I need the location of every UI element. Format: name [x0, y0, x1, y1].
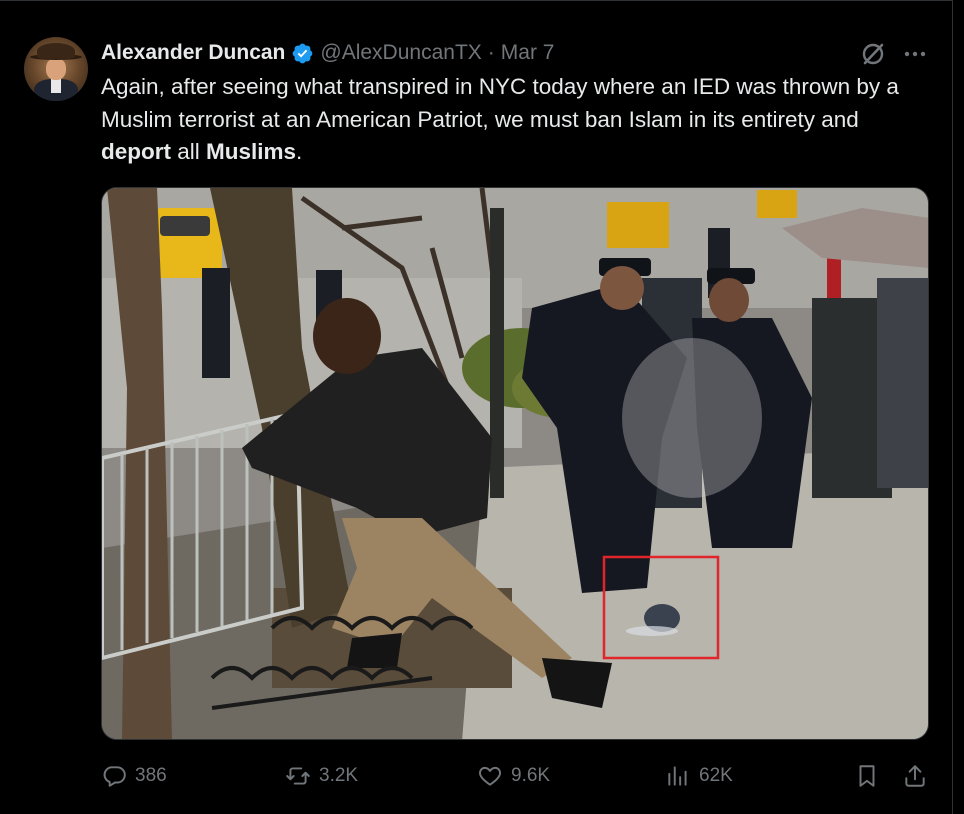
avatar-face [46, 58, 66, 80]
more-icon[interactable] [903, 43, 927, 65]
tweet-text-bold-muslims: Muslims [206, 139, 297, 164]
tweet-text: Again, after seeing what transpired in N… [101, 71, 931, 169]
reply-count: 386 [135, 765, 167, 786]
repost-count: 3.2K [319, 765, 359, 786]
street-scene-image [102, 188, 928, 739]
top-divider [0, 0, 953, 1]
view-count: 62K [699, 765, 733, 786]
reply-icon [103, 766, 126, 787]
repost-icon [286, 767, 310, 785]
right-divider [952, 0, 953, 814]
tweet-text-part3: . [296, 139, 303, 164]
author-name[interactable]: Alexander Duncan [101, 41, 285, 65]
tweet-text-bold-deport: deport [101, 139, 171, 164]
repost-button[interactable]: 3.2K [285, 760, 358, 792]
reply-button[interactable]: 386 [101, 760, 167, 792]
action-bar: 386 3.2K 9.6K 62K [0, 760, 964, 792]
views-icon [668, 766, 687, 786]
bookmark-button[interactable] [854, 760, 880, 792]
avatar-hat [37, 43, 75, 59]
tweet-text-part2: all [171, 139, 207, 164]
tweet-text-part1: Again, after seeing what transpired in N… [101, 74, 899, 132]
header-separator: · [487, 41, 495, 64]
share-icon [905, 765, 925, 787]
views-button[interactable]: 62K [665, 760, 733, 792]
like-button[interactable]: 9.6K [477, 760, 550, 792]
grok-icon[interactable] [860, 41, 886, 67]
share-button[interactable] [902, 760, 928, 792]
heart-icon [479, 766, 501, 786]
avatar[interactable] [24, 37, 88, 101]
like-count: 9.6K [511, 765, 551, 786]
bookmark-icon [859, 765, 875, 787]
tweet-header: Alexander Duncan @AlexDuncanTX · Mar 7 [101, 39, 554, 67]
verified-badge-icon[interactable] [291, 42, 314, 65]
tweet-photo[interactable] [101, 187, 929, 740]
avatar-collar [51, 79, 61, 93]
author-handle[interactable]: @AlexDuncanTX [320, 41, 481, 65]
tweet-date[interactable]: Mar 7 [501, 41, 555, 65]
